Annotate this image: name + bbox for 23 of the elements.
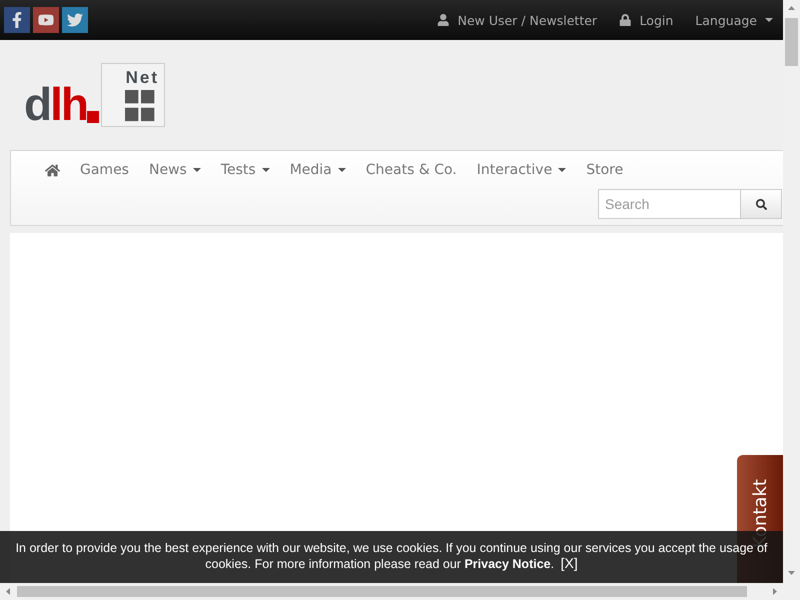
top-link[interactable]: Login (619, 12, 674, 28)
nav-link[interactable]: Games (70, 162, 139, 178)
search-button[interactable] (741, 189, 782, 219)
nav-link[interactable]: Tests (210, 162, 280, 178)
nav-link[interactable]: Store (576, 162, 634, 178)
user-icon (437, 14, 450, 26)
top-link[interactable]: New User / Newsletter (437, 12, 598, 28)
nav-link[interactable]: News (138, 162, 211, 178)
bird-icon[interactable] (62, 7, 88, 33)
site-logo[interactable]: dlh Net (24, 63, 165, 127)
vertical-scrollbar[interactable] (783, 0, 800, 583)
search-field[interactable]: Search (598, 189, 741, 219)
privacy-link[interactable]: Privacy Notice (464, 557, 551, 571)
lock-icon (619, 14, 632, 26)
nav-link[interactable]: Media (280, 162, 356, 178)
search-icon (756, 198, 766, 210)
horizontal-scrollbar[interactable] (0, 583, 783, 600)
nav-link[interactable]: Interactive (466, 162, 576, 178)
top-link[interactable]: Language (695, 12, 773, 28)
nav-link[interactable]: Cheats & Co. (356, 162, 467, 178)
play-icon[interactable] (33, 7, 59, 33)
facebook-f-icon[interactable] (4, 7, 30, 33)
close-link[interactable]: [X] (560, 555, 578, 571)
